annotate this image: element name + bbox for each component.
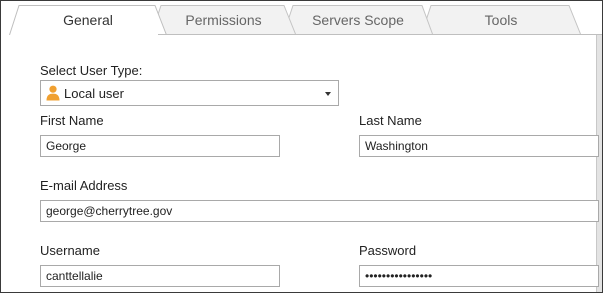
- tab-permissions-label: Permissions: [185, 11, 262, 28]
- user-icon: [46, 85, 60, 101]
- tab-servers-scope[interactable]: Servers Scope: [283, 5, 433, 34]
- user-type-value: Local user: [64, 86, 124, 101]
- password-field[interactable]: [359, 265, 599, 287]
- user-type-label: Select User Type:: [40, 63, 143, 78]
- tab-general[interactable]: General: [9, 5, 167, 35]
- tab-permissions[interactable]: Permissions: [151, 5, 296, 34]
- first-name-field[interactable]: [40, 135, 280, 157]
- email-label: E-mail Address: [40, 178, 128, 193]
- password-label: Password: [359, 243, 417, 258]
- last-name-label: Last Name: [359, 113, 422, 128]
- tab-tools-label: Tools: [484, 11, 518, 28]
- first-name-label: First Name: [40, 113, 104, 128]
- tab-tools[interactable]: Tools: [421, 5, 581, 34]
- username-field[interactable]: [40, 265, 280, 287]
- username-label: Username: [40, 243, 100, 258]
- user-type-select[interactable]: Local user: [40, 80, 339, 106]
- tab-servers-scope-label: Servers Scope: [312, 11, 404, 28]
- tab-strip: Tools Servers Scope Permissions General: [1, 1, 602, 35]
- last-name-field[interactable]: [359, 135, 599, 157]
- email-field[interactable]: [40, 200, 599, 222]
- panel-right-edge: [597, 35, 602, 292]
- tab-baseline: [158, 34, 602, 35]
- user-editor-window: Tools Servers Scope Permissions General …: [0, 0, 603, 293]
- caret-down-icon: [325, 92, 331, 96]
- tab-general-label: General: [63, 12, 113, 28]
